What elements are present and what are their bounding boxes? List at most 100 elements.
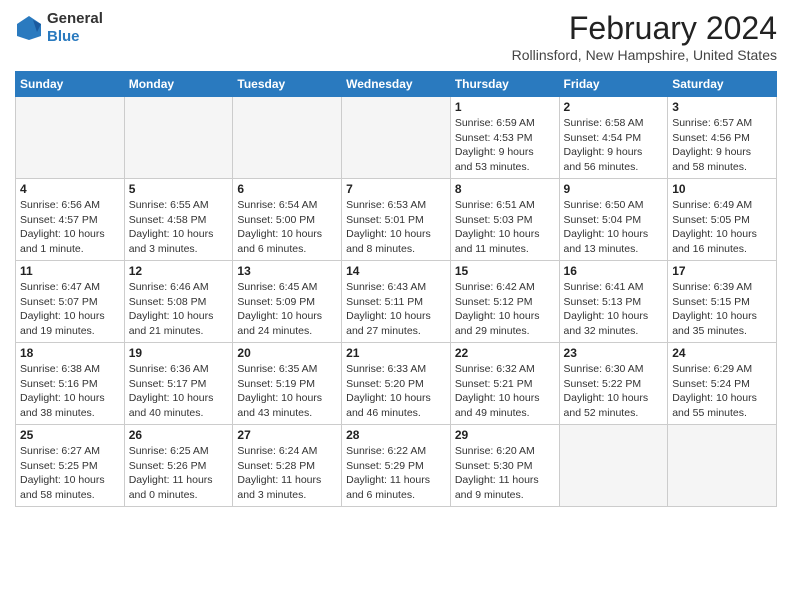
- day-info: Sunrise: 6:22 AMSunset: 5:29 PMDaylight:…: [346, 444, 446, 503]
- table-row: 16Sunrise: 6:41 AMSunset: 5:13 PMDayligh…: [559, 261, 668, 343]
- day-number: 23: [564, 346, 664, 360]
- col-wednesday: Wednesday: [342, 72, 451, 97]
- col-monday: Monday: [124, 72, 233, 97]
- day-number: 2: [564, 100, 664, 114]
- day-info: Sunrise: 6:51 AMSunset: 5:03 PMDaylight:…: [455, 198, 555, 257]
- day-info: Sunrise: 6:53 AMSunset: 5:01 PMDaylight:…: [346, 198, 446, 257]
- day-number: 10: [672, 182, 772, 196]
- col-friday: Friday: [559, 72, 668, 97]
- table-row: 23 Sunrise: 6:30 AMSunset: 5:22 PMDayligh…: [559, 343, 668, 425]
- day-info: Sunrise: 6:20 AMSunset: 5:30 PMDaylight:…: [455, 444, 555, 503]
- table-row: [16, 97, 125, 179]
- table-row: [124, 97, 233, 179]
- day-number: 17: [672, 264, 772, 278]
- day-number: 28: [346, 428, 446, 442]
- table-row: 9 Sunrise: 6:50 AMSunset: 5:04 PMDaylight…: [559, 179, 668, 261]
- day-info: Sunrise: 6:42 AMSunset: 5:12 PMDaylight:…: [455, 280, 555, 339]
- table-row: 21 Sunrise: 6:33 AMSunset: 5:20 PMDayligh…: [342, 343, 451, 425]
- calendar-week-row: 4 Sunrise: 6:56 AMSunset: 4:57 PMDaylight…: [16, 179, 777, 261]
- table-row: 12 Sunrise: 6:46 AMSunset: 5:08 PMDayligh…: [124, 261, 233, 343]
- day-info: Sunrise: 6:27 AMSunset: 5:25 PMDaylight:…: [20, 444, 120, 503]
- table-row: 5 Sunrise: 6:55 AMSunset: 4:58 PMDaylight…: [124, 179, 233, 261]
- day-number: 6: [237, 182, 337, 196]
- day-number: 13: [237, 264, 337, 278]
- header: General Blue February 2024 Rollinsford, …: [15, 10, 777, 63]
- day-info: Sunrise: 6:45 AMSunset: 5:09 PMDaylight:…: [237, 280, 337, 339]
- month-year: February 2024: [512, 10, 777, 47]
- day-info: Sunrise: 6:55 AMSunset: 4:58 PMDaylight:…: [129, 198, 229, 257]
- calendar-week-row: 18 Sunrise: 6:38 AMSunset: 5:16 PMDayligh…: [16, 343, 777, 425]
- day-number: 4: [20, 182, 120, 196]
- table-row: 7 Sunrise: 6:53 AMSunset: 5:01 PMDaylight…: [342, 179, 451, 261]
- day-number: 15: [455, 264, 555, 278]
- day-info: Sunrise: 6:43 AMSunset: 5:11 PMDaylight:…: [346, 280, 446, 339]
- day-info: Sunrise: 6:30 AMSunset: 5:22 PMDaylight:…: [564, 362, 664, 421]
- day-info: Sunrise: 6:58 AMSunset: 4:54 PMDaylight:…: [564, 116, 664, 175]
- title-block: February 2024 Rollinsford, New Hampshire…: [512, 10, 777, 63]
- table-row: 17Sunrise: 6:39 AMSunset: 5:15 PMDayligh…: [668, 261, 777, 343]
- day-info: Sunrise: 6:29 AMSunset: 5:24 PMDaylight:…: [672, 362, 772, 421]
- table-row: 14 Sunrise: 6:43 AMSunset: 5:11 PMDayligh…: [342, 261, 451, 343]
- table-row: 26 Sunrise: 6:25 AMSunset: 5:26 PMDayligh…: [124, 425, 233, 507]
- table-row: 28 Sunrise: 6:22 AMSunset: 5:29 PMDayligh…: [342, 425, 451, 507]
- day-number: 26: [129, 428, 229, 442]
- day-number: 18: [20, 346, 120, 360]
- day-number: 11: [20, 264, 120, 278]
- logo-blue: Blue: [47, 28, 80, 45]
- logo-text: General Blue: [47, 10, 103, 46]
- logo: General Blue: [15, 10, 103, 46]
- day-info: Sunrise: 6:38 AMSunset: 5:16 PMDaylight:…: [20, 362, 120, 421]
- day-number: 19: [129, 346, 229, 360]
- day-number: 3: [672, 100, 772, 114]
- table-row: 29Sunrise: 6:20 AMSunset: 5:30 PMDayligh…: [450, 425, 559, 507]
- day-number: 5: [129, 182, 229, 196]
- calendar-week-row: 11 Sunrise: 6:47 AMSunset: 5:07 PMDayligh…: [16, 261, 777, 343]
- table-row: 1 Sunrise: 6:59 AMSunset: 4:53 PMDaylight…: [450, 97, 559, 179]
- table-row: 15 Sunrise: 6:42 AMSunset: 5:12 PMDayligh…: [450, 261, 559, 343]
- day-number: 20: [237, 346, 337, 360]
- day-info: Sunrise: 6:33 AMSunset: 5:20 PMDaylight:…: [346, 362, 446, 421]
- day-info: Sunrise: 6:46 AMSunset: 5:08 PMDaylight:…: [129, 280, 229, 339]
- page: General Blue February 2024 Rollinsford, …: [0, 0, 792, 612]
- day-number: 1: [455, 100, 555, 114]
- col-saturday: Saturday: [668, 72, 777, 97]
- day-number: 25: [20, 428, 120, 442]
- table-row: 24 Sunrise: 6:29 AMSunset: 5:24 PMDayligh…: [668, 343, 777, 425]
- day-number: 21: [346, 346, 446, 360]
- day-number: 9: [564, 182, 664, 196]
- table-row: 3 Sunrise: 6:57 AMSunset: 4:56 PMDaylight…: [668, 97, 777, 179]
- table-row: 18 Sunrise: 6:38 AMSunset: 5:16 PMDayligh…: [16, 343, 125, 425]
- table-row: [342, 97, 451, 179]
- calendar-week-row: 1 Sunrise: 6:59 AMSunset: 4:53 PMDaylight…: [16, 97, 777, 179]
- col-thursday: Thursday: [450, 72, 559, 97]
- logo-icon: [15, 14, 43, 42]
- table-row: 10Sunrise: 6:49 AMSunset: 5:05 PMDayligh…: [668, 179, 777, 261]
- location: Rollinsford, New Hampshire, United State…: [512, 47, 777, 63]
- day-info: Sunrise: 6:47 AMSunset: 5:07 PMDaylight:…: [20, 280, 120, 339]
- table-row: 27 Sunrise: 6:24 AMSunset: 5:28 PMDayligh…: [233, 425, 342, 507]
- table-row: [668, 425, 777, 507]
- calendar-table: Sunday Monday Tuesday Wednesday Thursday…: [15, 71, 777, 507]
- day-info: Sunrise: 6:25 AMSunset: 5:26 PMDaylight:…: [129, 444, 229, 503]
- table-row: 4 Sunrise: 6:56 AMSunset: 4:57 PMDaylight…: [16, 179, 125, 261]
- table-row: 8Sunrise: 6:51 AMSunset: 5:03 PMDaylight…: [450, 179, 559, 261]
- table-row: 11 Sunrise: 6:47 AMSunset: 5:07 PMDayligh…: [16, 261, 125, 343]
- day-number: 24: [672, 346, 772, 360]
- logo-general: General: [47, 10, 103, 27]
- day-info: Sunrise: 6:24 AMSunset: 5:28 PMDaylight:…: [237, 444, 337, 503]
- col-tuesday: Tuesday: [233, 72, 342, 97]
- day-info: Sunrise: 6:54 AMSunset: 5:00 PMDaylight:…: [237, 198, 337, 257]
- day-info: Sunrise: 6:41 AMSunset: 5:13 PMDaylight:…: [564, 280, 664, 339]
- day-info: Sunrise: 6:59 AMSunset: 4:53 PMDaylight:…: [455, 116, 555, 175]
- day-info: Sunrise: 6:57 AMSunset: 4:56 PMDaylight:…: [672, 116, 772, 175]
- day-number: 7: [346, 182, 446, 196]
- calendar-week-row: 25 Sunrise: 6:27 AMSunset: 5:25 PMDayligh…: [16, 425, 777, 507]
- day-number: 27: [237, 428, 337, 442]
- day-number: 14: [346, 264, 446, 278]
- day-info: Sunrise: 6:50 AMSunset: 5:04 PMDaylight:…: [564, 198, 664, 257]
- table-row: 2 Sunrise: 6:58 AMSunset: 4:54 PMDaylight…: [559, 97, 668, 179]
- day-info: Sunrise: 6:32 AMSunset: 5:21 PMDaylight:…: [455, 362, 555, 421]
- day-number: 22: [455, 346, 555, 360]
- day-info: Sunrise: 6:56 AMSunset: 4:57 PMDaylight:…: [20, 198, 120, 257]
- day-number: 12: [129, 264, 229, 278]
